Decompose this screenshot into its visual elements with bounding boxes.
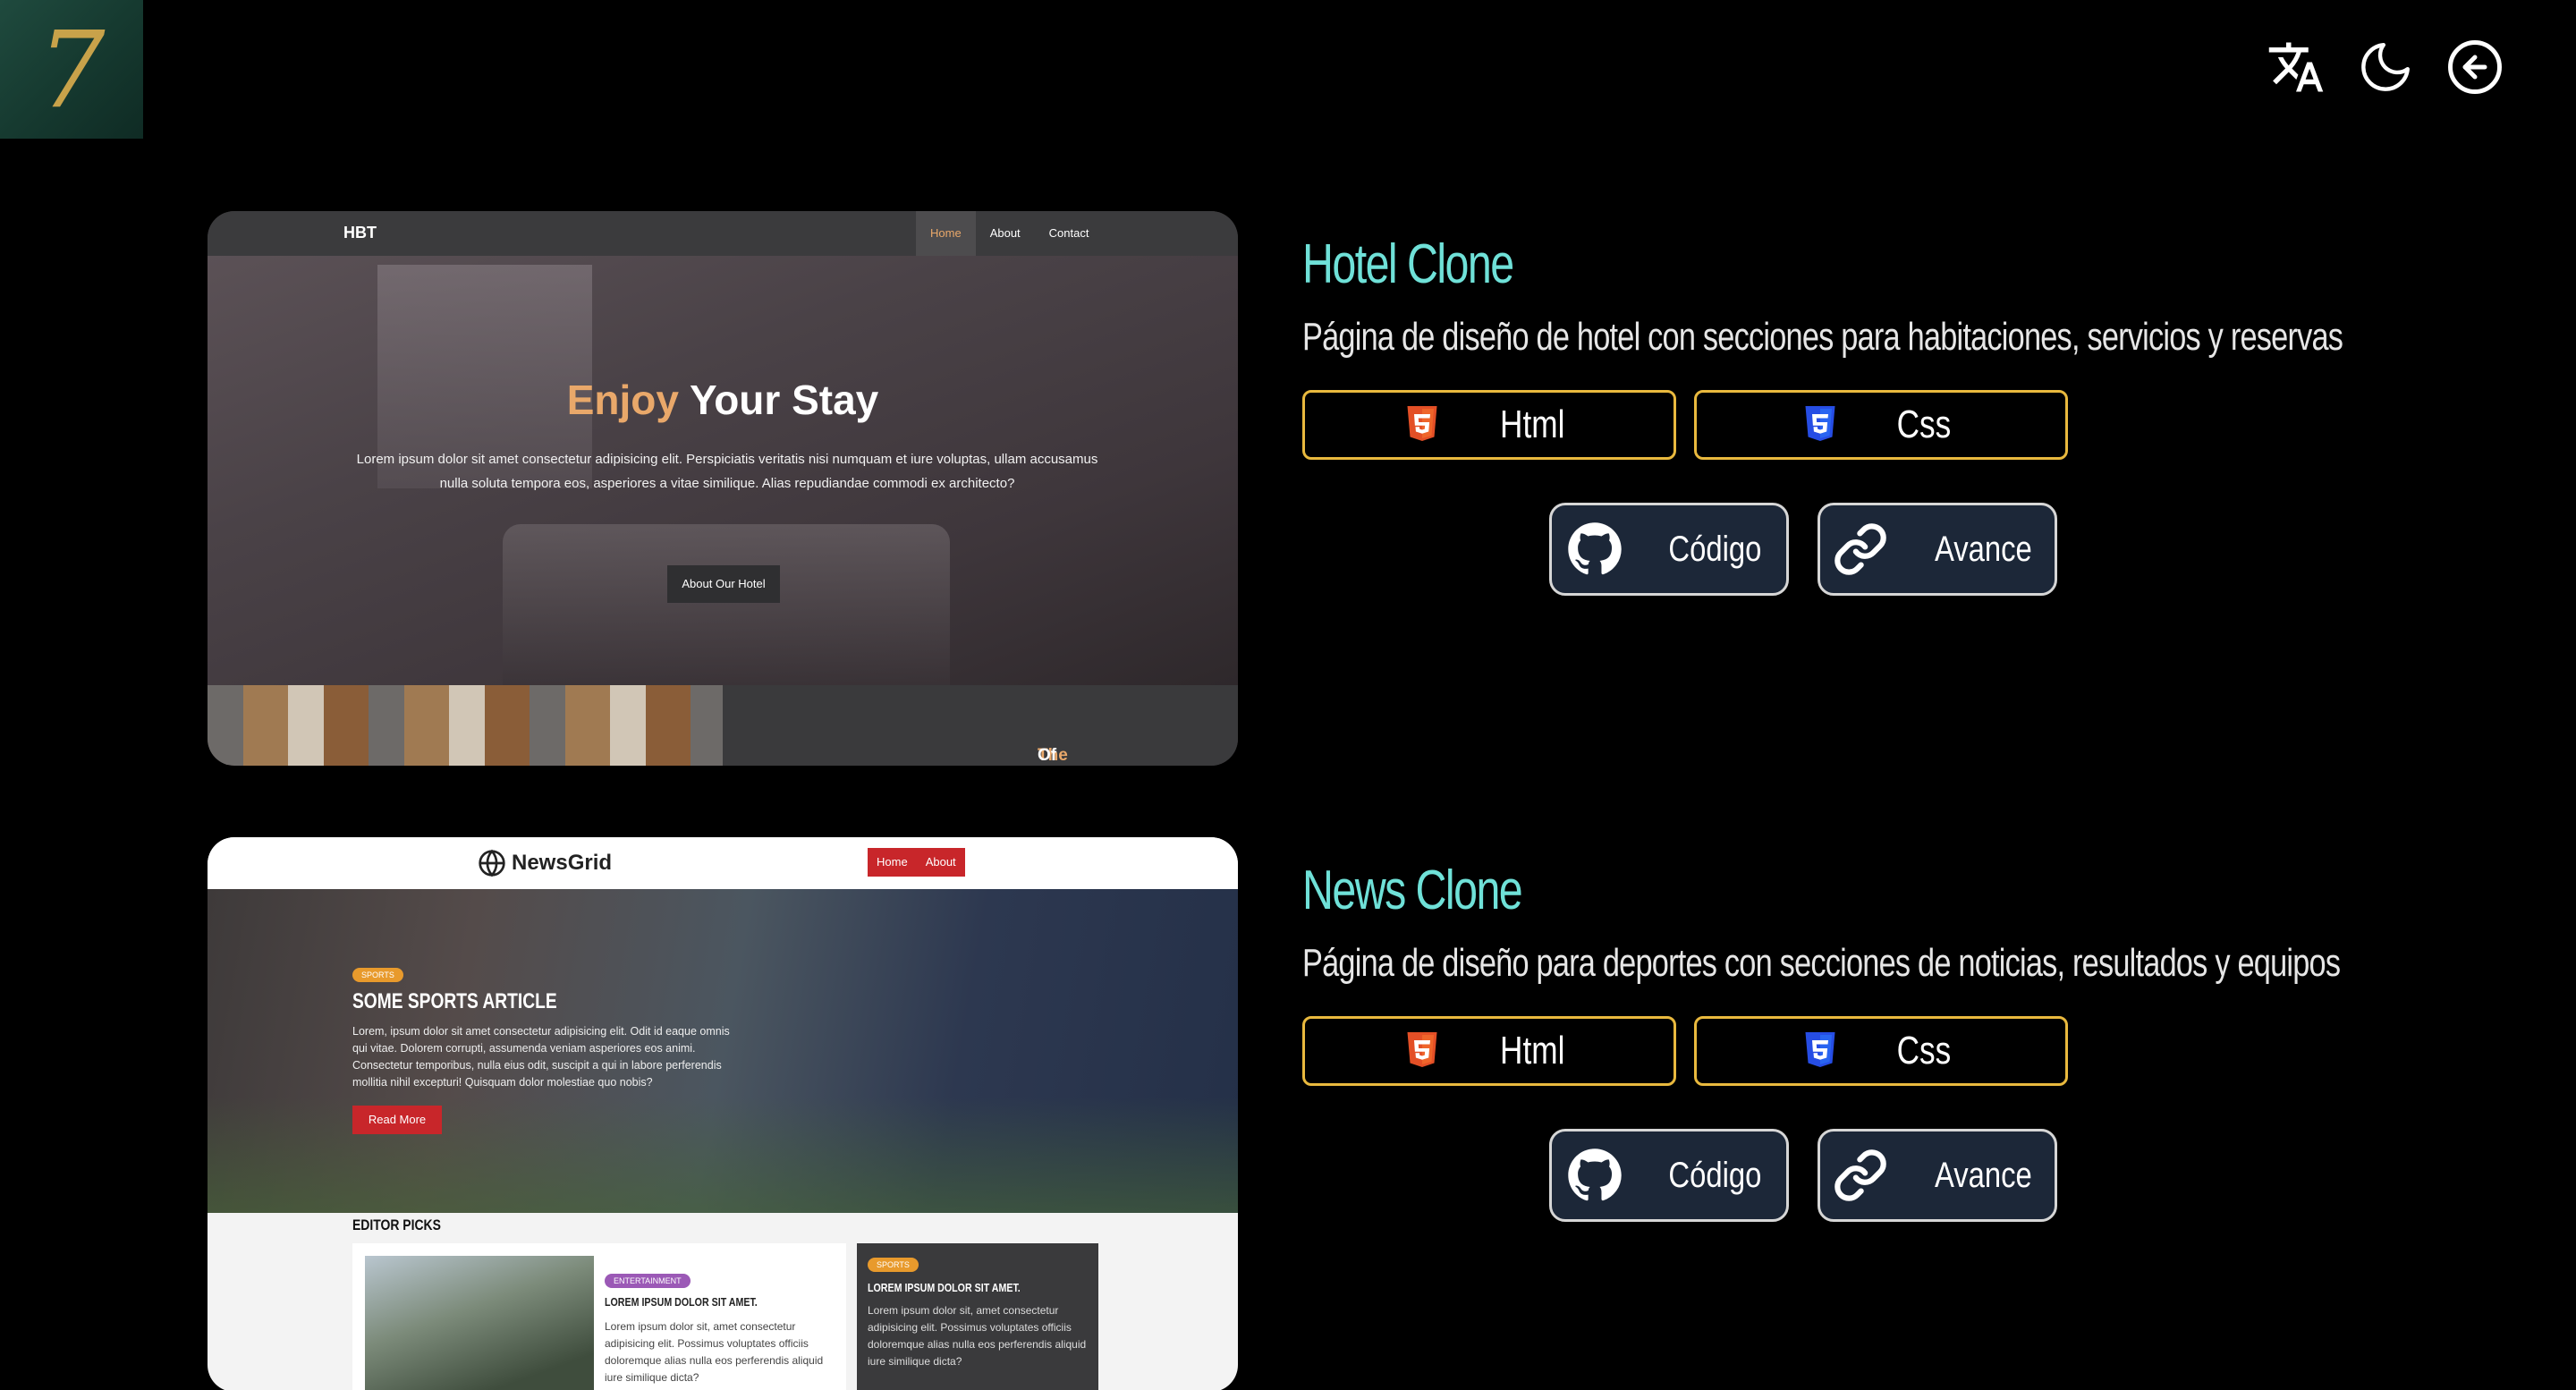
project-preview-news[interactable]: NewsGrid Home About SPORTS SOME SPORTS A… xyxy=(208,837,1238,1390)
preview-menu: Home About xyxy=(868,848,965,877)
card-text: Lorem ipsum dolor sit, amet consectetur … xyxy=(868,1304,1087,1368)
html5-icon xyxy=(1407,1032,1437,1067)
link-label: Código xyxy=(1668,1155,1761,1195)
building-image-strip xyxy=(208,685,723,766)
preview-hero-title: SOME SPORTS ARTICLE xyxy=(352,989,557,1013)
card-title: LOREM IPSUM DOLOR SIT AMET. xyxy=(605,1295,758,1309)
tag-label: Html xyxy=(1499,1029,1565,1072)
link-icon xyxy=(1834,523,1886,575)
back-button[interactable] xyxy=(2445,34,2504,100)
project-card-news: NewsGrid Home About SPORTS SOME SPORTS A… xyxy=(208,837,2341,1390)
translate-button[interactable] xyxy=(2267,34,2326,100)
tag-css: Css xyxy=(1694,390,2068,460)
css3-icon xyxy=(1805,1032,1835,1067)
preview-card: SPORTS LOREM IPSUM DOLOR SIT AMET. Lorem… xyxy=(857,1243,1098,1390)
github-icon xyxy=(1567,522,1622,575)
preview-brand: NewsGrid xyxy=(478,849,612,877)
preview-hero-text: Lorem ipsum dolor sit amet consectetur a… xyxy=(356,452,1098,491)
preview-hero: Enjoy Your Stay Lorem ipsum dolor sit am… xyxy=(208,256,1238,685)
code-button[interactable]: Código xyxy=(1549,1129,1789,1222)
preview-menu-item: About xyxy=(989,226,1021,240)
project-info-news: News Clone Página de diseño para deporte… xyxy=(1302,837,2341,1222)
link-icon xyxy=(1834,1149,1886,1201)
globe-icon xyxy=(479,849,505,877)
card-text: Lorem ipsum dolor sit, amet consectetur … xyxy=(605,1320,824,1384)
top-toolbar xyxy=(2267,34,2504,100)
brand-text: NewsGrid xyxy=(512,851,613,875)
tag-css: Css xyxy=(1694,1016,2068,1086)
link-label: Avance xyxy=(1934,529,2032,569)
html5-icon xyxy=(1407,406,1437,441)
tag-label: Css xyxy=(1896,1029,1952,1072)
demo-button[interactable]: Avance xyxy=(1818,1129,2057,1222)
preview-hero-title: Enjoy Your Stay xyxy=(208,376,1238,424)
preview-brand: HBT xyxy=(343,224,377,242)
tag-html: Html xyxy=(1302,390,1676,460)
link-label: Avance xyxy=(1934,1155,2032,1195)
preview-hero-text: Lorem, ipsum dolor sit amet consectetur … xyxy=(352,1025,730,1089)
preview-menu-item: About xyxy=(925,855,956,869)
preview-menu: Home About Contact xyxy=(916,211,1103,256)
project-links: Código Avance xyxy=(1549,503,2057,596)
preview-hero: SPORTS SOME SPORTS ARTICLE Lorem, ipsum … xyxy=(208,889,1238,1213)
preview-card: ENTERTAINMENT LOREM IPSUM DOLOR SIT AMET… xyxy=(352,1243,846,1390)
hero-chip: SPORTS xyxy=(352,968,403,982)
demo-button[interactable]: Avance xyxy=(1818,503,2057,596)
preview-hero-button: Read More xyxy=(352,1106,442,1134)
css3-icon xyxy=(1805,406,1835,441)
preview-menu-item: Contact xyxy=(1048,226,1089,240)
project-title: Hotel Clone xyxy=(1302,233,1514,295)
link-label: Código xyxy=(1668,529,1761,569)
hero-title-rest: Your Stay xyxy=(689,377,879,423)
project-links: Código Avance xyxy=(1549,1129,2057,1222)
preview-nav: HBT Home About Contact xyxy=(208,211,1238,256)
code-button[interactable]: Código xyxy=(1549,503,1789,596)
card-title: LOREM IPSUM DOLOR SIT AMET. xyxy=(868,1281,1021,1294)
history-rest: Of Our Hotel xyxy=(1038,746,1057,765)
project-preview-hotel[interactable]: HBT Home About Contact Enjoy Your Stay L… xyxy=(208,211,1238,766)
tag-label: Css xyxy=(1896,403,1952,446)
logo-text: 7 xyxy=(38,7,106,131)
github-icon xyxy=(1567,1148,1622,1201)
editor-picks-heading: EDITOR PICKS xyxy=(352,1216,441,1233)
back-arrow-icon xyxy=(2448,40,2502,94)
dark-mode-button[interactable] xyxy=(2356,34,2415,100)
preview-nav: NewsGrid Home About xyxy=(208,837,1238,889)
card-chip: ENTERTAINMENT xyxy=(605,1274,691,1288)
moon-icon xyxy=(2361,43,2410,91)
project-description: Página de diseño para deportes con secci… xyxy=(1302,941,2341,985)
preview-menu-item: Home xyxy=(877,855,908,869)
card-chip: SPORTS xyxy=(868,1258,919,1272)
project-title: News Clone xyxy=(1302,860,1523,921)
hero-bed-image xyxy=(503,524,950,685)
tech-tags: Html Css xyxy=(1302,390,2068,460)
project-info-hotel: Hotel Clone Página de diseño de hotel co… xyxy=(1302,211,2343,596)
project-card-hotel: HBT Home About Contact Enjoy Your Stay L… xyxy=(208,211,2343,766)
tech-tags: Html Css xyxy=(1302,1016,2068,1086)
tag-html: Html xyxy=(1302,1016,1676,1086)
preview-history: The History Of Our Hotel xyxy=(723,685,1238,766)
translate-icon xyxy=(2268,42,2324,92)
preview-menu-item: Home xyxy=(916,211,976,256)
project-description: Página de diseño de hotel con secciones … xyxy=(1302,315,2343,359)
tag-label: Html xyxy=(1499,403,1565,446)
card-image xyxy=(365,1256,594,1390)
site-logo[interactable]: 7 xyxy=(0,0,143,139)
hero-title-accent: Enjoy xyxy=(566,377,679,423)
preview-hero-button: About Our Hotel xyxy=(667,565,780,603)
